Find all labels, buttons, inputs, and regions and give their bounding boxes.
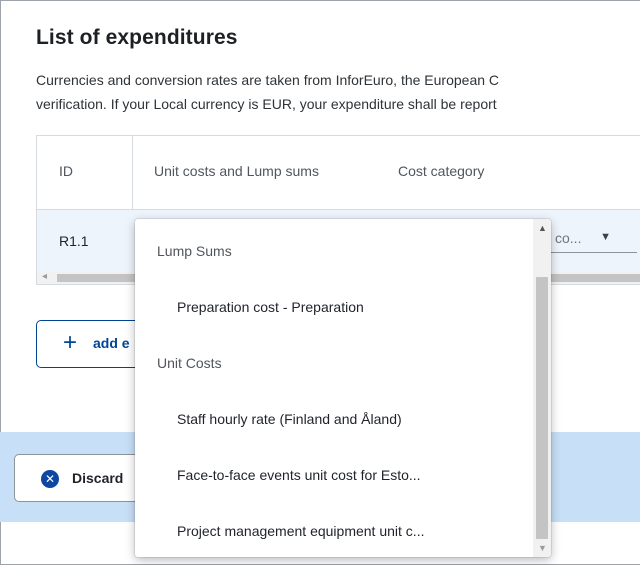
cost-category-value: co... — [555, 230, 582, 246]
discard-button-label: Discard — [72, 470, 124, 486]
plus-icon: + — [63, 329, 78, 356]
description-line-1: Currencies and conversion rates are take… — [36, 72, 500, 88]
section-title: List of expenditures — [36, 26, 238, 49]
dropdown-option[interactable]: Preparation cost - Preparation — [177, 299, 551, 315]
column-header-id: ID — [59, 163, 73, 179]
section-description: Currencies and conversion rates are take… — [36, 68, 640, 116]
discard-button[interactable]: ✕ Discard — [14, 454, 154, 502]
column-header-cost-category: Cost category — [398, 163, 485, 179]
dropdown-group-unit-costs: Unit Costs — [157, 355, 222, 371]
caret-down-icon: ▼ — [600, 231, 611, 243]
column-header-unit-costs: Unit costs and Lump sums — [154, 163, 319, 179]
unit-costs-dropdown[interactable]: Lump Sums Preparation cost - Preparation… — [135, 219, 551, 557]
cost-category-select[interactable]: co... ▼ — [541, 223, 637, 253]
add-button-label: add e — [93, 335, 130, 351]
close-circle-icon: ✕ — [41, 470, 59, 488]
vertical-scrollbar[interactable]: ▲ ▼ — [533, 219, 551, 557]
vertical-scroll-thumb[interactable] — [536, 277, 548, 539]
row-id: R1.1 — [59, 233, 89, 249]
scroll-left-icon[interactable]: ◂ — [42, 271, 47, 282]
dropdown-group-lump-sums: Lump Sums — [157, 243, 232, 259]
scroll-up-icon[interactable]: ▲ — [538, 223, 547, 233]
table-header: ID Unit costs and Lump sums Cost categor… — [37, 136, 640, 210]
dropdown-option[interactable]: Staff hourly rate (Finland and Åland) — [177, 411, 551, 427]
description-line-2: verification. If your Local currency is … — [36, 96, 497, 112]
scroll-down-icon[interactable]: ▼ — [538, 543, 547, 553]
dropdown-option[interactable]: Face-to-face events unit cost for Esto..… — [177, 467, 551, 483]
dropdown-option[interactable]: Project management equipment unit c... — [177, 523, 551, 539]
